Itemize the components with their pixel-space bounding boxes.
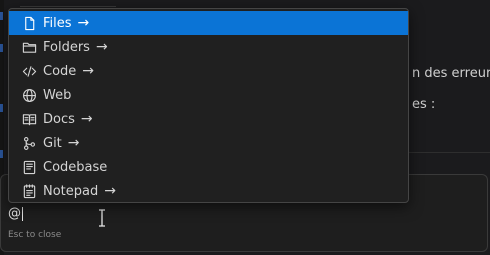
chat-input[interactable]: @ [8,206,23,221]
menu-item-web[interactable]: Web [9,83,408,107]
divider [400,152,490,153]
arrow-right-icon: → [80,111,93,127]
arrow-right-icon: → [77,15,90,31]
menu-item-folders[interactable]: Folders → [9,35,408,59]
file-icon [21,15,37,31]
text-caret [22,206,23,221]
menu-item-label: Notepad [43,183,99,199]
code-icon [21,63,37,79]
edge-marker [0,104,3,112]
codebase-icon [21,159,37,175]
menu-item-label: Docs [43,111,75,127]
book-icon [21,111,37,127]
menu-item-docs[interactable]: Docs → [9,107,408,131]
menu-item-label: Files [43,15,72,31]
menu-item-label: Folders [43,39,90,55]
git-branch-icon [21,135,37,151]
folder-icon [21,39,37,55]
arrow-right-icon: → [82,63,95,79]
menu-item-label: Code [43,63,77,79]
menu-item-files[interactable]: Files → [9,11,408,35]
menu-item-label: Web [43,87,72,103]
edge-marker [0,150,3,158]
menu-item-label: Codebase [43,159,108,175]
chat-message-text: n des erreurs [412,66,490,81]
menu-item-codebase[interactable]: Codebase [9,155,408,179]
arrow-right-icon: → [104,183,116,199]
chat-message-text: es : [412,97,436,112]
menu-item-notepad[interactable]: Notepad → [9,179,408,203]
ibeam-cursor-icon [99,209,105,227]
mention-menu: Files → Folders → Code → Web Docs → Git [8,8,409,203]
edge-marker [0,12,3,20]
escape-hint: Esc to close [8,230,62,240]
globe-icon [21,87,37,103]
edge-marker [0,44,3,52]
arrow-right-icon: → [67,135,80,151]
arrow-right-icon: → [95,39,108,55]
menu-item-label: Git [43,135,62,151]
menu-item-code[interactable]: Code → [9,59,408,83]
menu-item-git[interactable]: Git → [9,131,408,155]
chat-input-value: @ [8,206,21,221]
notepad-icon [21,183,37,199]
